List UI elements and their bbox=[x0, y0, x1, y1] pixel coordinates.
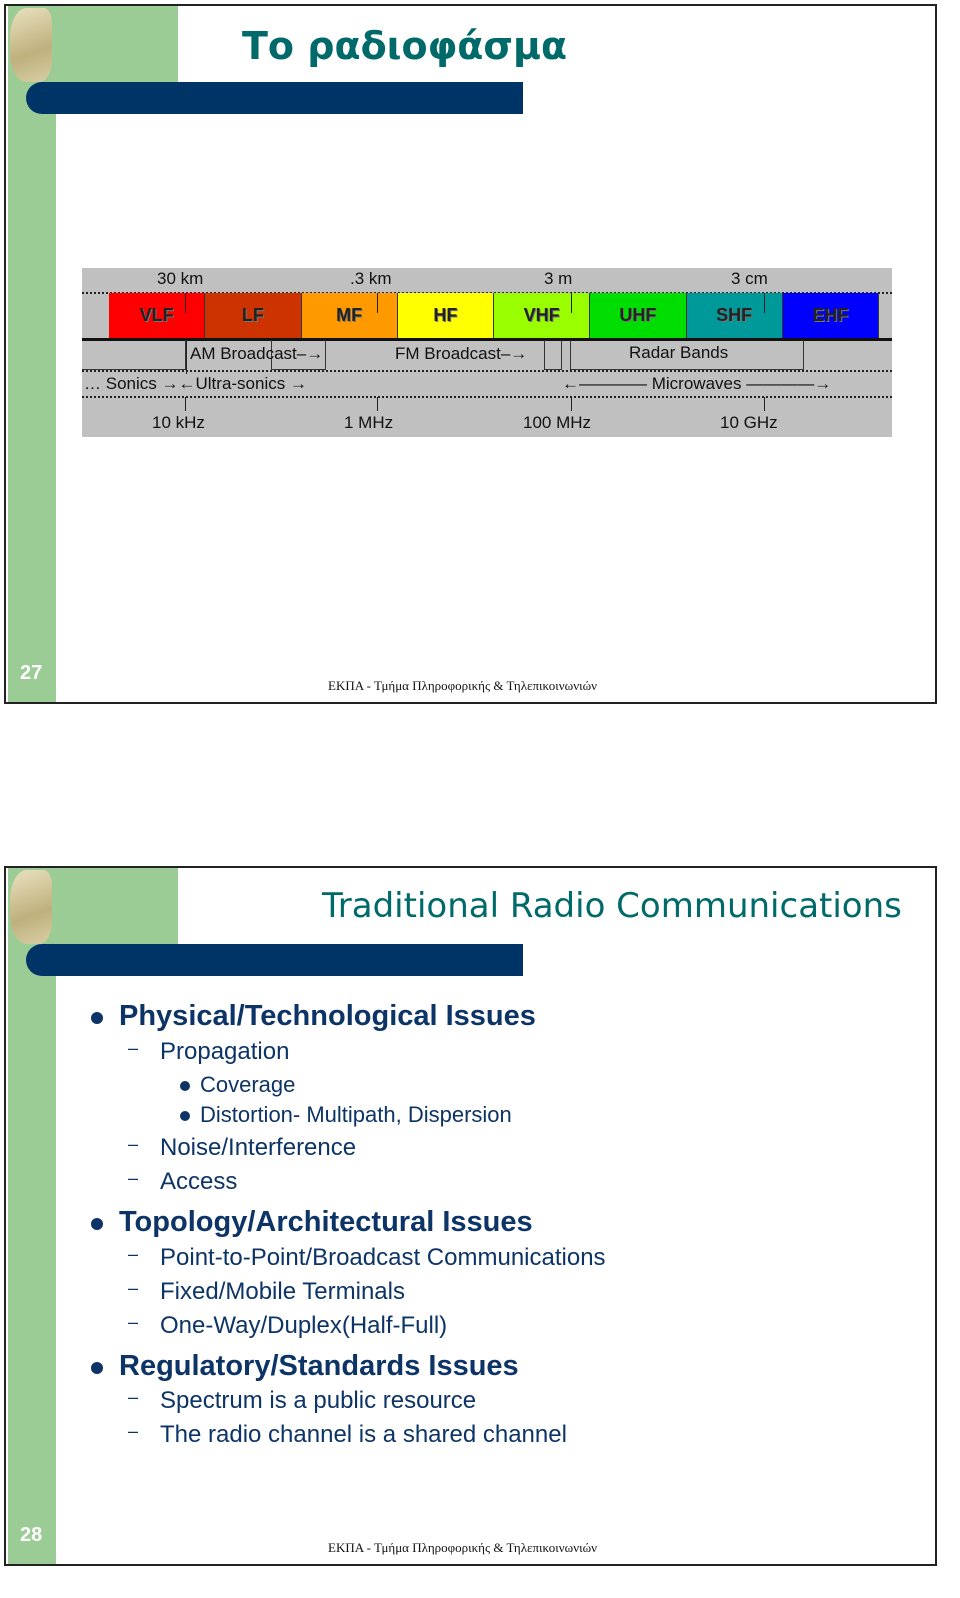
bullet-level-1: Topology/Architectural Issues bbox=[91, 1206, 533, 1238]
frequency-label: 100 MHz bbox=[523, 413, 592, 432]
bullet-level-3: Coverage bbox=[179, 1072, 296, 1097]
bullet-level-2: Propagation bbox=[128, 1038, 290, 1066]
tick bbox=[185, 293, 186, 313]
range-label: ←———— Microwaves ————→ bbox=[562, 374, 832, 393]
fm-broadcast-label: FM Broadcast bbox=[395, 344, 501, 363]
bullet-level-2: One-Way/Duplex(Half-Full) bbox=[128, 1312, 447, 1340]
tick bbox=[186, 340, 187, 374]
service-label: FM Broadcast–→ bbox=[395, 344, 528, 363]
service-label: AM Broadcast–→ bbox=[190, 344, 324, 363]
tick bbox=[377, 293, 378, 313]
slide-28: Traditional Radio Communications Physica… bbox=[4, 866, 937, 1566]
sonics-box bbox=[82, 340, 186, 370]
athena-logo-icon bbox=[10, 8, 52, 82]
frequency-label: 10 GHz bbox=[720, 413, 778, 432]
slide-27: Το ραδιοφάσμα 30 km .3 km 3 m 3 cm VLF LF… bbox=[4, 4, 937, 704]
slide-number: 27 bbox=[20, 662, 43, 684]
tick bbox=[764, 293, 765, 313]
wavelength-label: 3 m bbox=[544, 269, 573, 288]
tick bbox=[571, 397, 572, 411]
title-bar bbox=[26, 82, 523, 114]
radar-bands-label: Radar Bands bbox=[629, 343, 729, 362]
tick bbox=[764, 397, 765, 411]
frequency-label: 10 kHz bbox=[152, 413, 205, 432]
frequency-label: 1 MHz bbox=[344, 413, 394, 432]
tick bbox=[185, 397, 186, 411]
sonics-label: Sonics bbox=[105, 374, 157, 393]
slide-footer: ΕΚΠΑ - Τμήμα Πληροφορικής & Τηλεπικοινων… bbox=[328, 678, 598, 693]
bullet-level-1: Regulatory/Standards Issues bbox=[91, 1350, 519, 1382]
bullet-level-2: Noise/Interference bbox=[128, 1134, 356, 1162]
slide-title: Traditional Radio Communications bbox=[322, 886, 902, 926]
bullet-level-2: Access bbox=[128, 1168, 238, 1196]
bullet-level-3: Distortion- Multipath, Dispersion bbox=[180, 1102, 512, 1127]
bullet-level-2: The radio channel is a shared channel bbox=[128, 1421, 567, 1449]
dotted-line bbox=[82, 370, 892, 372]
am-broadcast-label: AM Broadcast bbox=[190, 344, 297, 363]
wavelength-label: 30 km bbox=[157, 269, 204, 288]
fm-box bbox=[544, 340, 562, 370]
wavelength-label: 3 cm bbox=[731, 269, 768, 288]
tick bbox=[377, 397, 378, 411]
bullet-level-2: Fixed/Mobile Terminals bbox=[128, 1278, 405, 1306]
slide-title: Το ραδιοφάσμα bbox=[242, 24, 568, 68]
band-hf: HF bbox=[397, 293, 494, 338]
bullet-level-2: Point-to-Point/Broadcast Communications bbox=[128, 1244, 606, 1272]
band-uhf: UHF bbox=[590, 293, 687, 338]
band-shf: SHF bbox=[686, 293, 783, 338]
athena-logo-icon bbox=[10, 870, 52, 944]
slide-footer: ΕΚΠΑ - Τμήμα Πληροφορικής & Τηλεπικοινων… bbox=[328, 1540, 598, 1555]
band-ehf: EHF bbox=[782, 293, 879, 338]
ultra-sonics-label: Ultra-sonics bbox=[195, 374, 286, 393]
title-bar bbox=[26, 944, 523, 976]
range-label: … Sonics →←Ultra-sonics → bbox=[84, 374, 307, 393]
band-vlf: VLF bbox=[109, 293, 206, 338]
tick bbox=[571, 293, 572, 313]
band-lf: LF bbox=[205, 293, 302, 338]
band-mf: MF bbox=[301, 293, 398, 338]
dotted-line bbox=[82, 396, 892, 398]
slide-number: 28 bbox=[20, 1524, 43, 1546]
bullet-level-2: Spectrum is a public resource bbox=[128, 1387, 476, 1415]
spectrum-diagram: 30 km .3 km 3 m 3 cm VLF LF MF HF VHF UHF SHF E… bbox=[82, 268, 892, 437]
wavelength-label: .3 km bbox=[350, 269, 392, 288]
band-vhf: VHF bbox=[494, 293, 591, 338]
bullet-level-1: Physical/Technological Issues bbox=[91, 1000, 536, 1032]
microwaves-label: Microwaves bbox=[651, 374, 742, 393]
